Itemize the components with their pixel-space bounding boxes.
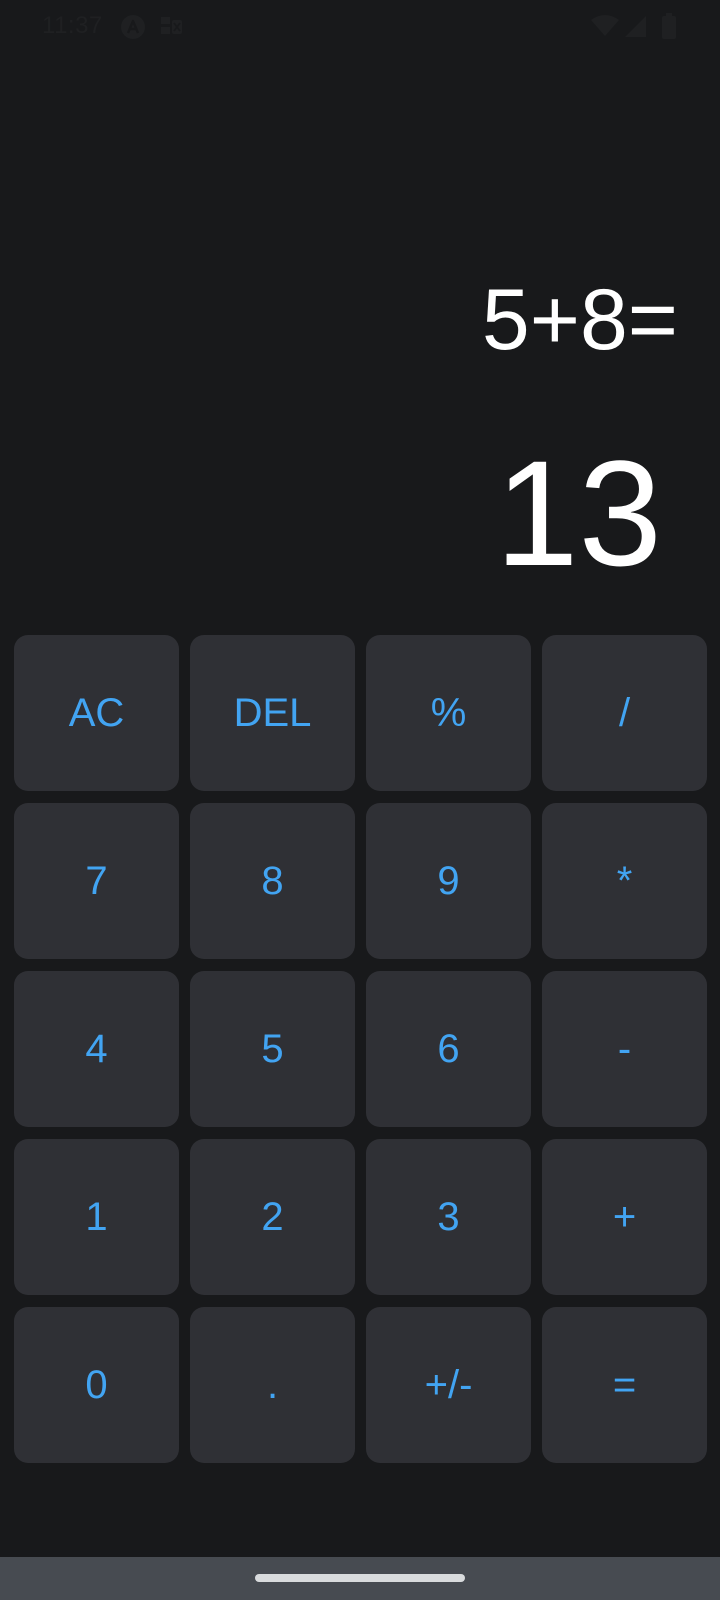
negate-button[interactable]: +/- — [366, 1307, 531, 1463]
navigation-bar — [0, 1557, 720, 1600]
digit-9-button[interactable]: 9 — [366, 803, 531, 959]
digit-1-button[interactable]: 1 — [14, 1139, 179, 1295]
digit-5-button[interactable]: 5 — [190, 971, 355, 1127]
digit-0-button[interactable]: 0 — [14, 1307, 179, 1463]
equals-button[interactable]: = — [542, 1307, 707, 1463]
percent-button[interactable]: % — [366, 635, 531, 791]
signal-icon — [625, 16, 647, 43]
status-bar: 11:37 — [0, 0, 720, 56]
subtract-button[interactable]: - — [542, 971, 707, 1127]
delete-button[interactable]: DEL — [190, 635, 355, 791]
multiply-button[interactable]: * — [542, 803, 707, 959]
keypad: AC DEL % / 7 8 9 * 4 5 6 - 1 2 3 + 0 . +… — [14, 635, 707, 1463]
app-a-icon — [120, 14, 146, 45]
wifi-icon — [591, 15, 619, 42]
battery-icon — [662, 13, 676, 44]
digit-4-button[interactable]: 4 — [14, 971, 179, 1127]
digit-3-button[interactable]: 3 — [366, 1139, 531, 1295]
divide-button[interactable]: / — [542, 635, 707, 791]
decimal-button[interactable]: . — [190, 1307, 355, 1463]
digit-7-button[interactable]: 7 — [14, 803, 179, 959]
result-display: 13 — [495, 429, 662, 597]
add-button[interactable]: + — [542, 1139, 707, 1295]
expression-display: 5+8= — [481, 272, 678, 368]
digit-6-button[interactable]: 6 — [366, 971, 531, 1127]
clear-button[interactable]: AC — [14, 635, 179, 791]
status-time: 11:37 — [42, 12, 103, 39]
home-gesture-handle[interactable] — [255, 1574, 465, 1582]
digit-2-button[interactable]: 2 — [190, 1139, 355, 1295]
app-notification-icon — [160, 14, 184, 43]
digit-8-button[interactable]: 8 — [190, 803, 355, 959]
